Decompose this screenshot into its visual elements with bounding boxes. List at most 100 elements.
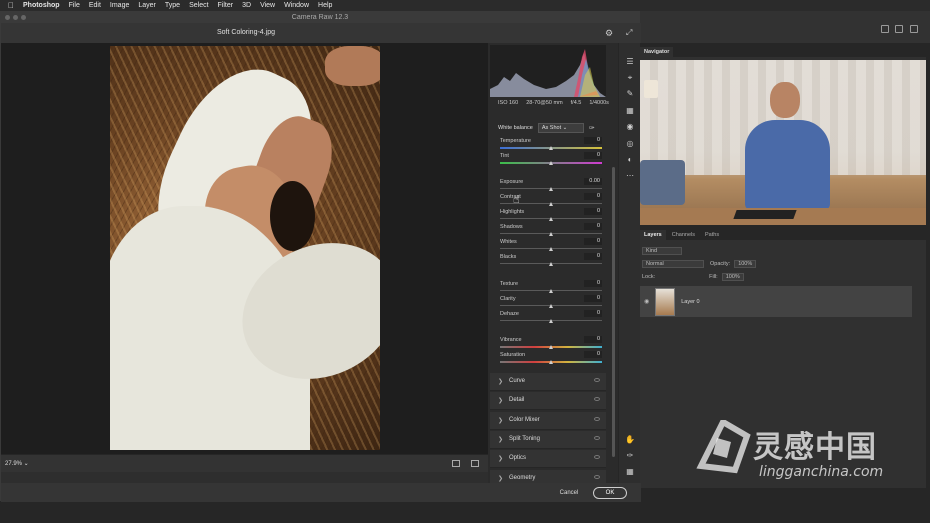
slider-thumb[interactable]: [548, 319, 553, 323]
fill-input[interactable]: 100%: [721, 272, 744, 281]
edit-sliders-icon[interactable]: ☰: [625, 57, 635, 67]
section-split-toning[interactable]: ❯ Split Toning: [490, 431, 606, 449]
slider-thumb[interactable]: [548, 304, 553, 308]
slider-clarity[interactable]: Clarity 0: [498, 295, 602, 311]
layer-thumbnail[interactable]: [655, 287, 676, 316]
kind-filter[interactable]: Kind: [642, 246, 682, 255]
panel-scrollbar[interactable]: [612, 167, 615, 457]
slider-texture[interactable]: Texture 0: [498, 280, 602, 296]
slider-blacks[interactable]: Blacks 0: [498, 253, 602, 269]
slider-thumb[interactable]: [548, 247, 553, 251]
slider-dehaze[interactable]: Dehaze 0: [498, 310, 602, 326]
redeye-icon[interactable]: ◎: [625, 139, 635, 149]
slider-value-input[interactable]: 0: [584, 223, 602, 230]
chevron-right-icon[interactable]: ❯: [498, 436, 503, 443]
slider-value-input[interactable]: 0: [584, 280, 602, 287]
chevron-right-icon[interactable]: ❯: [498, 378, 503, 385]
slider-saturation[interactable]: Saturation 0: [498, 351, 602, 367]
visibility-eye-icon[interactable]: [594, 417, 600, 421]
slider-vibrance[interactable]: Vibrance 0: [498, 336, 602, 352]
menu-filter[interactable]: Filter: [218, 2, 234, 9]
menu-help[interactable]: Help: [318, 2, 332, 9]
navigator-preview[interactable]: [640, 60, 926, 225]
hand-icon[interactable]: ✋: [625, 435, 635, 445]
ok-button[interactable]: OK: [593, 487, 627, 499]
chevron-right-icon[interactable]: ❯: [498, 397, 503, 404]
grid-icon[interactable]: ▦: [625, 467, 635, 477]
single-view-icon[interactable]: [452, 460, 460, 467]
slider-shadows[interactable]: Shadows 0: [498, 223, 602, 239]
search-icon[interactable]: [881, 25, 889, 33]
menu-image[interactable]: Image: [110, 2, 129, 9]
slider-thumb[interactable]: [548, 161, 553, 165]
eyedropper-icon[interactable]: ✑: [589, 124, 595, 132]
section-curve[interactable]: ❯ Curve: [490, 373, 606, 391]
section-detail[interactable]: ❯ Detail: [490, 392, 606, 410]
menu-layer[interactable]: Layer: [138, 2, 156, 9]
slider-value-input[interactable]: 0: [584, 336, 602, 343]
image-canvas[interactable]: [1, 43, 488, 454]
visibility-eye-icon[interactable]: [594, 475, 600, 479]
layer-name[interactable]: Layer 0: [681, 299, 699, 305]
slider-value-input[interactable]: 0: [584, 295, 602, 302]
zoom-button[interactable]: [21, 15, 26, 20]
cancel-button[interactable]: Cancel: [552, 487, 586, 499]
slider-thumb[interactable]: [548, 289, 553, 293]
slider-value-input[interactable]: 0: [584, 310, 602, 317]
slider-thumb[interactable]: [548, 217, 553, 221]
visibility-eye-icon[interactable]: [594, 397, 600, 401]
close-button[interactable]: [5, 15, 10, 20]
slider-value-input[interactable]: 0: [584, 193, 602, 200]
slider-thumb[interactable]: [548, 187, 553, 191]
radial-icon[interactable]: ◉: [625, 122, 635, 132]
visibility-eye-icon[interactable]: ◉: [644, 298, 649, 305]
slider-whites[interactable]: Whites 0: [498, 238, 602, 254]
visibility-eye-icon[interactable]: [594, 455, 600, 459]
menu-window[interactable]: Window: [284, 2, 309, 9]
menu-3d[interactable]: 3D: [242, 2, 251, 9]
share-icon[interactable]: [910, 25, 918, 33]
sampler-icon[interactable]: ✑: [625, 451, 635, 461]
slider-value-input[interactable]: 0: [584, 238, 602, 245]
section-optics[interactable]: ❯ Optics: [490, 450, 606, 468]
crop-icon[interactable]: ⌖: [625, 73, 635, 83]
slider-thumb[interactable]: [548, 146, 553, 150]
chevron-right-icon[interactable]: ❯: [498, 417, 503, 424]
gradient-icon[interactable]: ▦: [625, 106, 635, 116]
visibility-eye-icon[interactable]: [594, 436, 600, 440]
gear-icon[interactable]: ⚙: [605, 28, 613, 39]
slider-thumb[interactable]: [548, 345, 553, 349]
more-icon[interactable]: ⋯: [625, 171, 635, 181]
brush-icon[interactable]: ✎: [625, 89, 635, 99]
chevron-right-icon[interactable]: ❯: [498, 475, 503, 482]
tab-navigator[interactable]: Navigator: [640, 47, 674, 57]
menu-photoshop[interactable]: Photoshop: [23, 2, 60, 9]
minimize-button[interactable]: [13, 15, 18, 20]
blend-mode-select[interactable]: Normal: [642, 259, 704, 268]
menu-file[interactable]: File: [69, 2, 80, 9]
slider-value-input[interactable]: 0: [584, 253, 602, 260]
apple-icon[interactable]: : [8, 1, 14, 10]
opacity-input[interactable]: 100%: [734, 259, 757, 268]
tab-paths[interactable]: Paths: [701, 230, 723, 240]
menu-type[interactable]: Type: [165, 2, 180, 9]
slider-thumb[interactable]: [548, 202, 553, 206]
slider-highlights[interactable]: Highlights 0: [498, 208, 602, 224]
photo-preview[interactable]: [110, 46, 380, 450]
workspace-icon[interactable]: [895, 25, 903, 33]
slider-value-input[interactable]: 0.00: [584, 178, 602, 185]
slider-thumb[interactable]: [548, 262, 553, 266]
menu-select[interactable]: Select: [189, 2, 208, 9]
menu-view[interactable]: View: [260, 2, 275, 9]
slider-thumb[interactable]: [548, 360, 553, 364]
layer-row[interactable]: ◉ Layer 0: [640, 286, 912, 317]
slider-value-input[interactable]: 0: [584, 137, 602, 144]
tab-layers[interactable]: Layers: [640, 230, 666, 240]
slider-thumb[interactable]: [548, 232, 553, 236]
slider-tint[interactable]: Tint 0: [498, 152, 602, 168]
slider-exposure[interactable]: Exposure 0.00: [498, 178, 602, 194]
slider-value-input[interactable]: 0: [584, 152, 602, 159]
expand-icon[interactable]: ⤢: [626, 28, 632, 38]
white-balance-select[interactable]: As Shot ⌄: [537, 123, 584, 133]
chevron-right-icon[interactable]: ❯: [498, 455, 503, 462]
